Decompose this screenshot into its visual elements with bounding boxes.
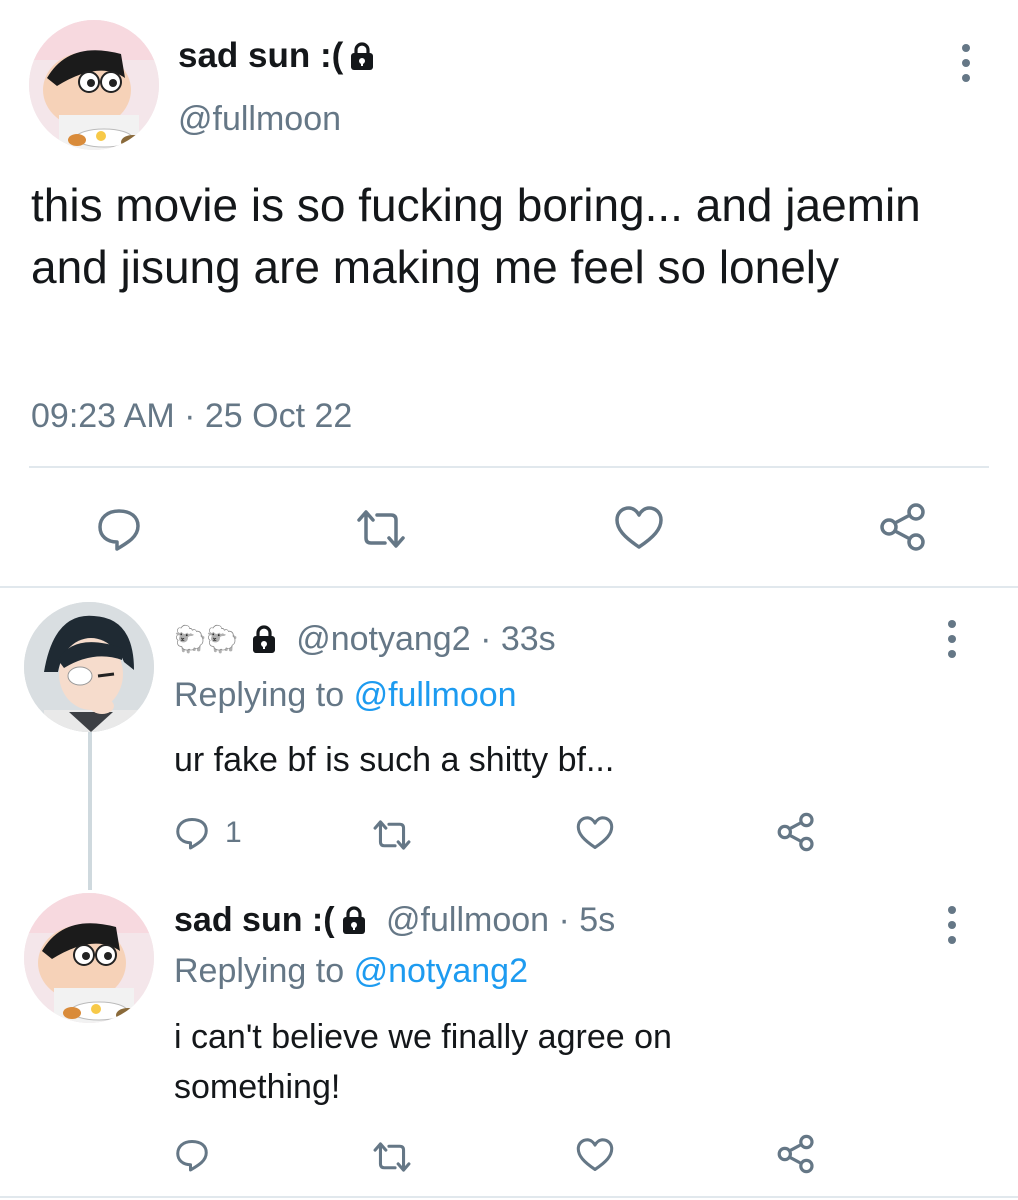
main-author-name[interactable]: sad sun :(: [178, 34, 375, 82]
reply-age: 33s: [500, 620, 556, 658]
reply-icon[interactable]: [174, 1137, 210, 1173]
replying-to-link[interactable]: @notyang2: [354, 952, 528, 990]
lock-icon: [349, 38, 375, 82]
reply-text: ur fake bf is such a shitty bf...: [174, 741, 615, 779]
reply-header: 🐑🐑 @notyang2 · 33s: [174, 618, 556, 664]
main-tweet-text: this movie is so fucking boring... and j…: [31, 179, 921, 293]
like-icon[interactable]: [576, 815, 614, 851]
replying-to-label: Replying to: [174, 952, 345, 990]
main-author-handle[interactable]: @fullmoon: [178, 98, 341, 140]
reply-count: 1: [225, 816, 242, 849]
replying-to-label: Replying to: [174, 676, 345, 714]
reply-author-name[interactable]: 🐑🐑: [174, 624, 239, 654]
reply-header: sad sun :( @fullmoon · 5s: [174, 898, 615, 946]
tweet-date: 25 Oct 22: [204, 397, 353, 435]
retweet-icon[interactable]: [355, 508, 407, 550]
main-author-name-text: sad sun :(: [178, 36, 344, 75]
replying-to: Replying to @fullmoon: [174, 674, 517, 716]
separator-dot: ·: [184, 397, 196, 435]
reply-author-name[interactable]: sad sun :(: [174, 901, 335, 939]
separator-dot: ·: [558, 901, 570, 939]
share-icon[interactable]: [776, 1134, 816, 1174]
reply-author-handle[interactable]: @fullmoon: [386, 901, 549, 939]
replying-to: Replying to @notyang2: [174, 950, 528, 992]
lock-icon: [251, 622, 277, 664]
separator-dot: ·: [480, 620, 492, 658]
reply-icon[interactable]: [95, 505, 143, 553]
lock-icon: [341, 902, 367, 946]
replying-to-link[interactable]: @fullmoon: [354, 676, 517, 714]
like-icon[interactable]: [576, 1137, 614, 1173]
reply-author-avatar[interactable]: [24, 602, 154, 732]
more-options-icon[interactable]: [961, 44, 971, 89]
main-author-avatar[interactable]: [29, 20, 159, 150]
more-options-icon[interactable]: [947, 906, 957, 951]
main-tweet-timestamp: 09:23 AM · 25 Oct 22: [31, 394, 352, 438]
reply-text: i can't believe we finally agree on some…: [174, 1018, 672, 1106]
share-icon[interactable]: [878, 502, 928, 552]
tweet-time: 09:23 AM: [31, 397, 175, 435]
retweet-icon[interactable]: [372, 818, 412, 852]
section-divider: [0, 586, 1018, 588]
divider: [29, 466, 989, 468]
more-options-icon[interactable]: [947, 620, 957, 665]
share-icon[interactable]: [776, 812, 816, 852]
reply-icon[interactable]: [174, 815, 210, 851]
reply-age: 5s: [579, 901, 616, 939]
like-icon[interactable]: [614, 505, 664, 551]
thread-line: [88, 730, 92, 890]
bottom-divider: [0, 1196, 1018, 1198]
reply-author-handle[interactable]: @notyang2: [296, 620, 470, 658]
retweet-icon[interactable]: [372, 1140, 412, 1174]
reply-author-avatar[interactable]: [24, 893, 154, 1023]
